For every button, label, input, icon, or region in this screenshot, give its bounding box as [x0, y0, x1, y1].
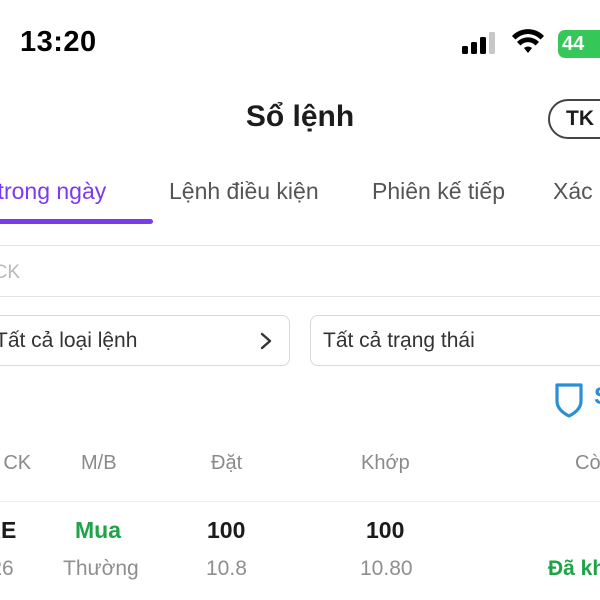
- column-header-remaining: Còn: [575, 452, 600, 474]
- row-matched-price: 10.80: [360, 557, 413, 580]
- row-placed-quantity: 100: [207, 517, 246, 543]
- column-header-placed: Đặt: [211, 452, 243, 474]
- order-book-screen: 13:20 44 Sổ lệnh TK C Lệnh trong ngày Lệ…: [0, 0, 600, 600]
- symbol-search-input[interactable]: [0, 258, 600, 288]
- divider: [0, 296, 600, 297]
- tab-intraday-orders[interactable]: Lệnh trong ngày: [0, 178, 106, 205]
- divider: [0, 501, 600, 502]
- order-status-filter-label: Tất cả trạng thái: [323, 329, 475, 352]
- column-header-symbol: Mã CK: [0, 452, 32, 474]
- cellular-signal-icon: [462, 32, 496, 54]
- tab-conditional-orders[interactable]: Lệnh điều kiện: [169, 178, 319, 205]
- row-side: Mua: [75, 517, 121, 543]
- shield-icon[interactable]: [552, 381, 586, 419]
- row-order-kind: Thường: [63, 557, 139, 580]
- page-title: Sổ lệnh: [245, 100, 355, 133]
- column-header-side: M/B: [81, 452, 117, 474]
- account-selector-button[interactable]: TK C: [548, 99, 600, 139]
- battery-indicator: 44: [558, 30, 600, 58]
- chevron-right-icon: [260, 332, 272, 350]
- row-order-number: 1326: [0, 557, 14, 580]
- row-status: Đã khớp: [548, 557, 600, 580]
- order-status-filter[interactable]: Tất cả trạng thái: [310, 315, 600, 366]
- tab-next-session[interactable]: Phiên kế tiếp: [372, 178, 505, 205]
- divider: [0, 245, 600, 246]
- order-type-filter-label: Tất cả loại lệnh: [0, 329, 138, 352]
- status-time: 13:20: [20, 26, 97, 58]
- column-header-matched: Khớp: [361, 452, 410, 474]
- wifi-icon: [512, 29, 544, 53]
- row-symbol: VRE: [0, 517, 17, 543]
- order-type-filter[interactable]: Tất cả loại lệnh: [0, 315, 290, 366]
- row-matched-quantity: 100: [366, 517, 405, 543]
- active-tab-indicator: [0, 219, 153, 224]
- tab-confirm[interactable]: Xác nhận: [553, 178, 600, 205]
- row-placed-price: 10.8: [206, 557, 247, 580]
- order-book-link[interactable]: Sổ: [594, 383, 600, 411]
